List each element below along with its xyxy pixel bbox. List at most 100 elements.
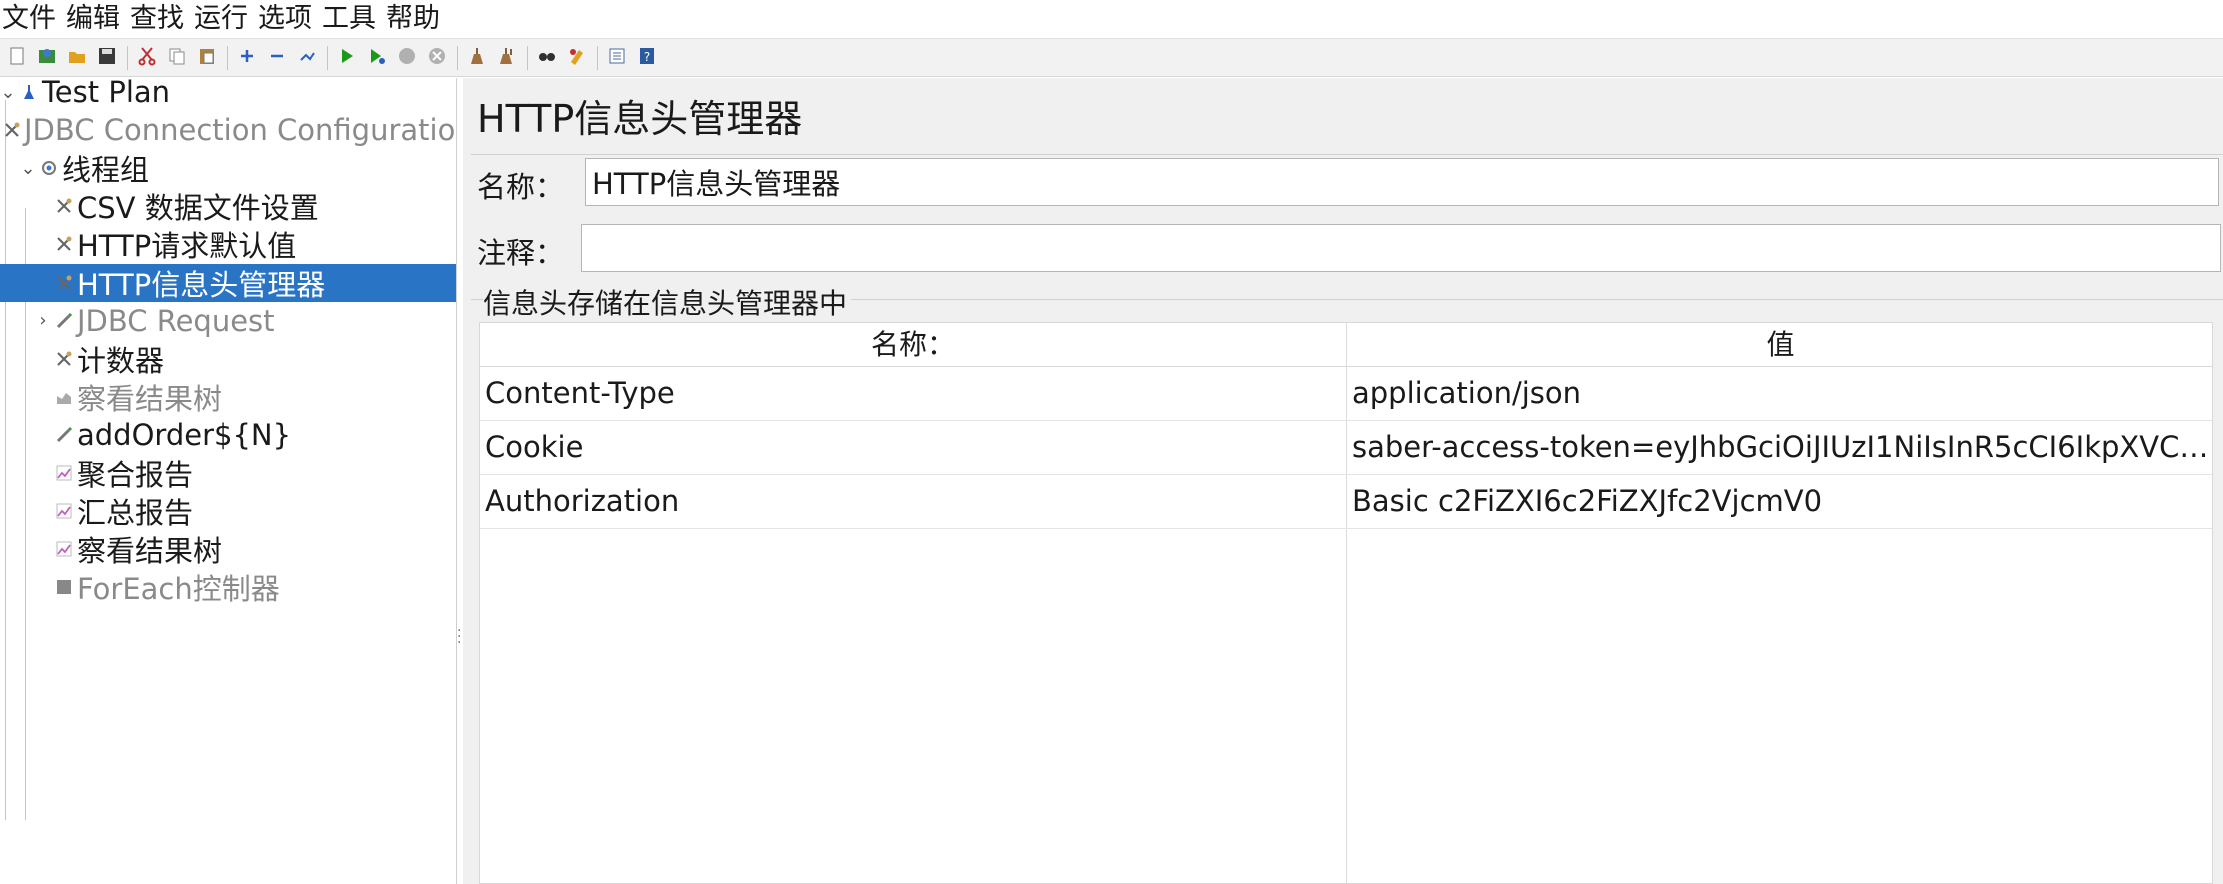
stop-icon: [397, 46, 417, 70]
tree-node[interactable]: 聚合报告: [0, 454, 456, 492]
menu-item-0[interactable]: 文件: [0, 0, 64, 38]
tree-node-label: JDBC Request: [77, 303, 275, 338]
table-row[interactable]: Cookie saber-access-token=eyJhbGciOiJIUzI…: [480, 421, 2212, 475]
http-header-manager-panel: HTTP信息头管理器 名称： 注释： 信息头存储在信息头管理器中 名称： 值 C…: [463, 78, 2223, 884]
chevron-right-icon[interactable]: ›: [35, 310, 51, 331]
menu-item-5[interactable]: 工具: [320, 0, 384, 38]
tree-node[interactable]: 汇总报告: [0, 492, 456, 530]
sampler-icon: [53, 424, 75, 446]
tree-node[interactable]: › JDBC Request: [0, 302, 456, 340]
save-button[interactable]: [94, 45, 120, 71]
expand-button[interactable]: [234, 45, 260, 71]
report-icon: [53, 462, 75, 484]
comment-input[interactable]: [581, 224, 2221, 272]
copy-button[interactable]: [164, 45, 190, 71]
menu-item-6[interactable]: 帮助: [384, 0, 448, 38]
chevron-down-icon[interactable]: ⌄: [20, 158, 36, 179]
config-element-icon: [53, 195, 75, 217]
function-helper-button[interactable]: [604, 45, 630, 71]
tree-node[interactable]: CSV 数据文件设置: [0, 187, 456, 225]
tree-node-label: 察看结果树: [77, 534, 223, 569]
reset-search-icon: [567, 46, 587, 70]
header-value-cell[interactable]: saber-access-token=eyJhbGciOiJIUzI1NiIsI…: [1347, 421, 2212, 474]
header-name-cell[interactable]: Authorization: [480, 475, 1346, 528]
open-button[interactable]: [64, 45, 90, 71]
tree-node[interactable]: 计数器: [0, 340, 456, 378]
splitter-handle[interactable]: · · ·: [457, 624, 461, 650]
paste-icon: [197, 46, 217, 70]
toolbar-separator: [527, 45, 528, 70]
new-button[interactable]: [4, 45, 30, 71]
tree-node-label: CSV 数据文件设置: [77, 191, 319, 226]
expand-icon: [237, 46, 257, 70]
config-element-icon: [53, 272, 75, 294]
header-value-cell[interactable]: application/json: [1347, 367, 2212, 420]
clear-all-button[interactable]: [494, 45, 520, 71]
tree-node-label: HTTP信息头管理器: [77, 267, 326, 302]
tree-node[interactable]: JDBC Connection Configuration: [0, 111, 456, 149]
templates-icon: [37, 46, 57, 70]
name-input[interactable]: [585, 158, 2219, 206]
header-value-cell[interactable]: Basic c2FiZXI6c2FiZXJfc2VjcmV0: [1347, 475, 2212, 528]
menu-item-3[interactable]: 运行: [192, 0, 256, 38]
menu-item-1[interactable]: 编辑: [64, 0, 128, 38]
search-button[interactable]: [534, 45, 560, 71]
cut-button[interactable]: [134, 45, 160, 71]
chevron-down-icon[interactable]: ⌄: [0, 82, 16, 103]
templates-button[interactable]: [34, 45, 60, 71]
panel-title: HTTP信息头管理器: [477, 97, 803, 141]
table-row[interactable]: Content-Type application/json: [480, 367, 2212, 421]
tree-node[interactable]: 察看结果树: [0, 530, 456, 568]
tree-node[interactable]: ForEach控制器: [0, 568, 456, 606]
clear-icon: [467, 46, 487, 70]
tree-node-label: JDBC Connection Configuration: [24, 113, 456, 148]
tree-node-label: addOrder${N}: [77, 417, 292, 452]
reset-search-button[interactable]: [564, 45, 590, 71]
tree-node[interactable]: ⌄ 线程组: [0, 149, 456, 187]
header-name-cell[interactable]: Cookie: [480, 421, 1346, 474]
tree-node[interactable]: HTTP信息头管理器: [0, 263, 456, 302]
start-no-pause-button[interactable]: [364, 45, 390, 71]
shutdown-button[interactable]: [424, 45, 450, 71]
toggle-icon: [297, 46, 317, 70]
column-header-name[interactable]: 名称：: [480, 323, 1346, 367]
headers-table: 名称： 值 Content-Type application/json Cookie…: [479, 322, 2213, 884]
header-name-cell[interactable]: Content-Type: [480, 367, 1346, 420]
paste-button[interactable]: [194, 45, 220, 71]
table-row[interactable]: Authorization Basic c2FiZXI6c2FiZXJfc2Vjc…: [480, 475, 2212, 529]
copy-icon: [167, 46, 187, 70]
new-icon: [7, 46, 27, 70]
save-icon: [97, 46, 117, 70]
menu-item-2[interactable]: 查找: [128, 0, 192, 38]
collapse-icon: [267, 46, 287, 70]
toolbar-separator: [457, 45, 458, 70]
toggle-button[interactable]: [294, 45, 320, 71]
tree-node-label: HTTP请求默认值: [77, 229, 297, 264]
config-element-icon: [53, 348, 75, 370]
tree-node-label: 聚合报告: [77, 458, 194, 492]
toolbar-separator: [227, 45, 228, 70]
stop-button[interactable]: [394, 45, 420, 71]
start-no-pause-icon: [367, 46, 387, 70]
listener-icon: [53, 386, 75, 408]
tree-node[interactable]: HTTP请求默认值: [0, 225, 456, 263]
tree-node[interactable]: 察看结果树: [0, 378, 456, 416]
thread-group-icon: [38, 157, 60, 179]
report-icon: [53, 500, 75, 522]
tree-node-label: Test Plan: [42, 78, 171, 109]
name-label: 名称：: [477, 170, 565, 204]
menu-item-4[interactable]: 选项: [256, 0, 320, 38]
column-header-value[interactable]: 值: [1347, 323, 2212, 367]
controller-icon: [53, 576, 75, 598]
collapse-button[interactable]: [264, 45, 290, 71]
start-button[interactable]: [334, 45, 360, 71]
help-button[interactable]: ?: [634, 45, 660, 71]
toolbar-separator: [597, 45, 598, 70]
tree-node[interactable]: ⌄ Test Plan: [0, 78, 456, 111]
help-icon: ?: [637, 46, 657, 70]
toolbar: ?: [0, 39, 2223, 77]
report-icon: [53, 538, 75, 560]
cut-icon: [137, 46, 157, 70]
clear-button[interactable]: [464, 45, 490, 71]
tree-node[interactable]: addOrder${N}: [0, 416, 456, 454]
